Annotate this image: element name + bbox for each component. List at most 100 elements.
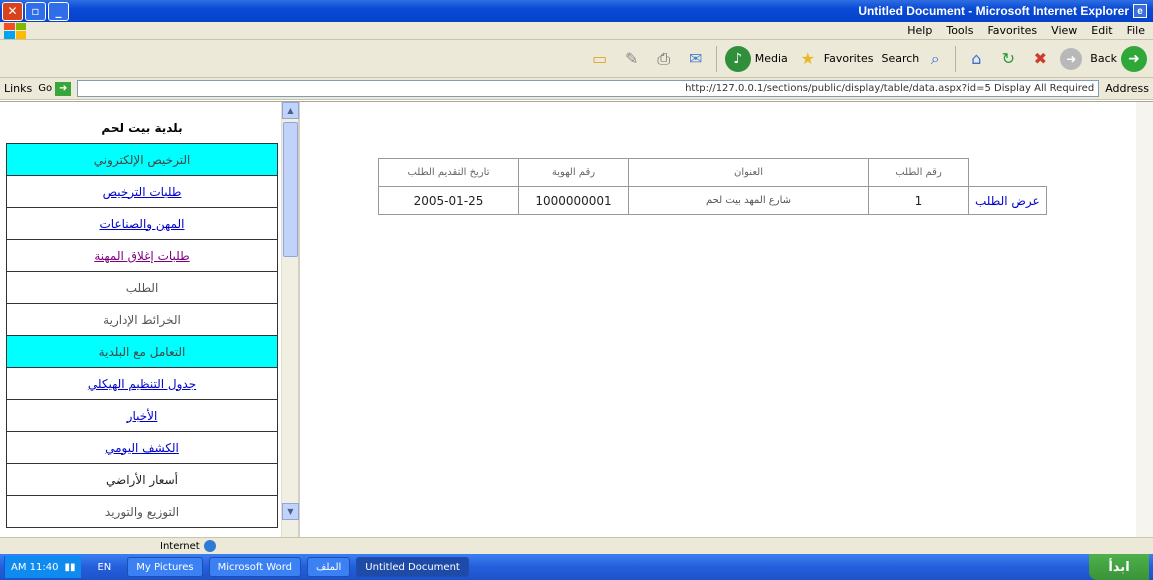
maximize-window-button[interactable]: ▫ [25, 1, 46, 21]
main-scrollbar[interactable] [1136, 102, 1153, 538]
nav-link[interactable]: طلبات إغلاق المهنة [94, 249, 189, 263]
table-header: رقم الهوية [518, 158, 629, 187]
view-request-cell[interactable]: عرض الطلب [968, 186, 1047, 215]
nav-link[interactable]: طلبات الترخيص [103, 185, 182, 199]
task-folder[interactable]: الملف [307, 557, 351, 577]
menu-file[interactable]: File [1127, 24, 1145, 37]
nav-item-distribution[interactable]: التوزيع والتوريد [6, 496, 278, 528]
star-icon: ★ [800, 49, 815, 68]
language-indicator[interactable]: EN [87, 562, 121, 573]
window-title-text: Untitled Document - Microsoft Internet E… [858, 4, 1129, 18]
mail-icon[interactable]: ✉ [684, 48, 708, 70]
nav-item-license-requests[interactable]: طلبات الترخيص [6, 176, 278, 208]
address-label: Address [1105, 82, 1149, 95]
back-label: Back [1090, 52, 1117, 65]
nav-section-license: الترخيص الإلكتروني [6, 144, 278, 176]
address-bar: Links Go ➜ http://127.0.0.1/sections/pub… [0, 78, 1153, 100]
nav-item-request[interactable]: الطلب [6, 272, 278, 304]
favorites-button[interactable]: ★ Favorites [796, 48, 874, 70]
nav-link[interactable]: الكشف اليومي [105, 441, 179, 455]
nav-item-daily[interactable]: الكشف اليومي [6, 432, 278, 464]
status-bar: Internet [0, 537, 1153, 554]
table-header: رقم الطلب [868, 158, 969, 187]
forward-icon[interactable]: ➜ [1060, 47, 1083, 70]
table-row: عرض الطلب 1 شارع المهد بيت لحم 100000000… [378, 186, 1047, 215]
view-request-link[interactable]: عرض الطلب [975, 194, 1040, 208]
system-tray: AM 11:40 ▮▮ [4, 556, 82, 578]
task-label: Microsoft Word [217, 561, 293, 573]
nav-scrollbar[interactable]: ▲ ▼ [281, 102, 299, 538]
nav-item-maps[interactable]: الخرائط الإدارية [6, 304, 278, 336]
refresh-icon[interactable]: ↻ [996, 48, 1020, 70]
nav-item-news[interactable]: الأخبار [6, 400, 278, 432]
back-icon: ➜ [1121, 45, 1147, 72]
window-title: Untitled Document - Microsoft Internet E… [858, 4, 1153, 18]
toolbar-separator [715, 45, 717, 72]
links-label[interactable]: Links [4, 82, 32, 95]
back-button[interactable]: Back ➜ [1090, 45, 1147, 72]
print-icon[interactable]: ⎙ [652, 48, 676, 70]
nav-section-municipality: التعامل مع البلدية [6, 336, 278, 368]
table-header: العنوان [628, 158, 869, 187]
media-icon: ♪ [724, 45, 751, 72]
search-button[interactable]: Search ⌕ [881, 48, 947, 70]
address-cell: شارع المهد بيت لحم [628, 186, 869, 215]
minimize-window-button[interactable]: _ [48, 1, 69, 21]
menu-tools[interactable]: Tools [946, 24, 973, 37]
menu-help[interactable]: Help [907, 24, 932, 37]
main-frame: رقم الطلب العنوان رقم الهوية تاريخ التقد… [302, 102, 1153, 538]
requests-table: رقم الطلب العنوان رقم الهوية تاريخ التقد… [378, 158, 1047, 215]
toolbar-separator [955, 45, 957, 72]
internet-globe-icon [203, 540, 216, 552]
folder-icon[interactable]: ▭ [588, 48, 612, 70]
close-window-button[interactable]: ✕ [2, 1, 23, 21]
scroll-down-icon[interactable]: ▼ [282, 503, 299, 520]
menu-view[interactable]: View [1051, 24, 1077, 37]
nav-link[interactable]: أسعار الأراضي [106, 473, 178, 487]
nav-link[interactable]: الأخبار [127, 409, 158, 423]
task-label: الملف [316, 561, 342, 573]
window-controls: ✕ ▫ _ [0, 1, 69, 21]
menu-favorites[interactable]: Favorites [987, 24, 1037, 37]
windows-logo-icon [4, 22, 26, 39]
clock: AM 11:40 [11, 561, 59, 573]
menu-edit[interactable]: Edit [1091, 24, 1112, 37]
task-my-pictures[interactable]: My Pictures [127, 557, 203, 577]
date-cell: 2005-01-25 [378, 186, 519, 215]
nav-item-professions[interactable]: المهن والصناعات [6, 208, 278, 240]
table-header: تاريخ التقديم الطلب [378, 158, 519, 187]
task-ie[interactable]: Untitled Document [356, 557, 469, 577]
search-icon: ⌕ [930, 48, 940, 68]
nav-link[interactable]: جدول التنظيم الهيكلي [88, 377, 196, 391]
scroll-up-icon[interactable]: ▲ [282, 102, 299, 119]
nav-link[interactable]: المهن والصناعات [100, 217, 185, 231]
task-word[interactable]: Microsoft Word [208, 557, 302, 577]
nav-item-structure-table[interactable]: جدول التنظيم الهيكلي [6, 368, 278, 400]
toolbar: ▭ ✎ ⎙ ✉ ♪ Media ★ Favorites Search ⌕ ⌂ ↻… [0, 40, 1153, 78]
start-button[interactable]: ابدأ [1089, 554, 1149, 580]
nav-header: بلدية بيت لحم [6, 112, 278, 144]
address-input[interactable]: http://127.0.0.1/sections/public/display… [77, 80, 1100, 97]
id-number-cell: 1000000001 [518, 186, 629, 215]
go-label: Go [38, 83, 53, 94]
browser-content: بلدية بيت لحم الترخيص الإلكتروني طلبات ا… [0, 101, 1153, 538]
table-header-empty [968, 158, 1047, 187]
stop-icon[interactable]: ✖ [1028, 48, 1052, 70]
ie-icon: e [1133, 4, 1147, 18]
scroll-thumb[interactable] [283, 122, 298, 257]
menu-bar: Help Tools Favorites View Edit File [0, 22, 1153, 40]
task-label: My Pictures [136, 561, 194, 573]
nav-item-close-requests[interactable]: طلبات إغلاق المهنة [6, 240, 278, 272]
status-text: Internet [160, 540, 200, 552]
favorites-label: Favorites [823, 52, 874, 65]
request-number-cell: 1 [868, 186, 969, 215]
table-header-row: رقم الطلب العنوان رقم الهوية تاريخ التقد… [378, 158, 1047, 187]
media-label: Media [754, 52, 788, 65]
tray-icon[interactable]: ▮▮ [64, 562, 75, 573]
nav-item-land-prices[interactable]: أسعار الأراضي [6, 464, 278, 496]
edit-icon[interactable]: ✎ [620, 48, 644, 70]
media-button[interactable]: ♪ Media [724, 45, 788, 72]
nav-menu: بلدية بيت لحم الترخيص الإلكتروني طلبات ا… [6, 112, 278, 528]
home-icon[interactable]: ⌂ [964, 48, 988, 70]
go-button[interactable]: Go ➜ [38, 81, 72, 96]
